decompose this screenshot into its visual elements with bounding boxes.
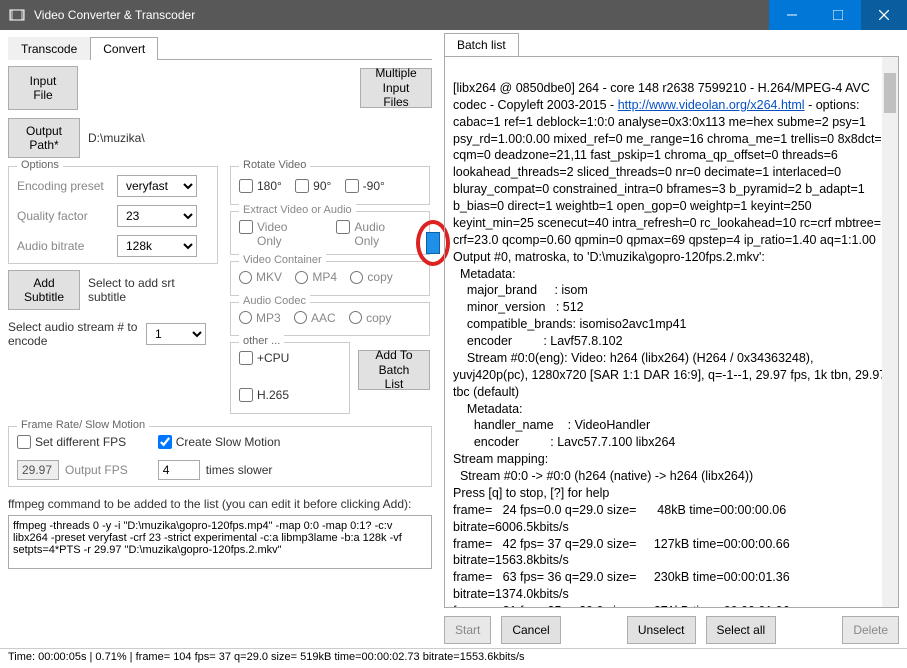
video-only-checkbox[interactable]: Video Only — [239, 220, 287, 248]
rotate-legend: Rotate Video — [239, 159, 310, 171]
output-fps-label: Output FPS — [65, 463, 128, 477]
audio-stream-select[interactable]: 1 — [146, 323, 206, 345]
cancel-button[interactable]: Cancel — [501, 616, 560, 644]
set-different-fps-checkbox[interactable]: Set different FPS — [17, 435, 126, 449]
acopy-radio[interactable]: copy — [349, 311, 391, 325]
log-scrollbar[interactable] — [882, 57, 898, 607]
options-legend: Options — [17, 159, 63, 171]
output-path-value: D:\muzika\ — [88, 131, 145, 145]
log-output[interactable]: [libx264 @ 0850dbe0] 264 - core 148 r263… — [444, 56, 899, 608]
quality-factor-select[interactable]: 23 — [117, 205, 197, 227]
fps-group: Frame Rate/ Slow Motion Set different FP… — [8, 426, 432, 487]
audio-bitrate-select[interactable]: 128k — [117, 235, 197, 257]
unselect-button[interactable]: Unselect — [627, 616, 696, 644]
minimize-button[interactable] — [769, 0, 815, 30]
start-button: Start — [444, 616, 491, 644]
tab-convert[interactable]: Convert — [90, 37, 158, 60]
mp4-radio[interactable]: MP4 — [295, 270, 337, 284]
audio-only-checkbox[interactable]: Audio Only — [336, 220, 385, 248]
rotate-180-checkbox[interactable]: 180° — [239, 179, 282, 193]
vcopy-radio[interactable]: copy — [350, 270, 392, 284]
mkv-radio[interactable]: MKV — [239, 270, 282, 284]
title-bar: Video Converter & Transcoder — [0, 0, 907, 30]
h265-checkbox[interactable]: H.265 — [239, 388, 289, 402]
aac-radio[interactable]: AAC — [294, 311, 336, 325]
main-tabs: Transcode Convert — [8, 36, 432, 60]
fps-legend: Frame Rate/ Slow Motion — [17, 419, 149, 431]
batch-tabs: Batch list — [444, 32, 899, 57]
encoding-preset-select[interactable]: veryfast — [117, 175, 197, 197]
video-container-legend: Video Container — [239, 254, 326, 266]
times-slower-label: times slower — [206, 463, 273, 477]
other-group: other ... +CPU H.265 — [230, 342, 350, 414]
add-subtitle-button[interactable]: Add Subtitle — [8, 270, 80, 310]
output-path-button[interactable]: Output Path* — [8, 118, 80, 158]
ffmpeg-cmd-textarea[interactable]: ffmpeg -threads 0 -y -i "D:\muzika\gopro… — [8, 515, 432, 569]
extract-group: Extract Video or Audio Video Only Audio … — [230, 211, 430, 255]
extract-legend: Extract Video or Audio — [239, 204, 356, 216]
audio-codec-legend: Audio Codec — [239, 295, 310, 307]
multiple-input-files-button[interactable]: Multiple Input Files — [360, 68, 432, 108]
videolan-link[interactable]: http://www.videolan.org/x264.html — [618, 98, 805, 112]
maximize-button[interactable] — [815, 0, 861, 30]
audio-stream-label: Select audio stream # to encode — [8, 320, 138, 348]
rotate-90-checkbox[interactable]: 90° — [295, 179, 331, 193]
delete-button: Delete — [842, 616, 899, 644]
select-all-button[interactable]: Select all — [706, 616, 777, 644]
encoding-preset-label: Encoding preset — [17, 179, 117, 193]
audio-codec-group: Audio Codec MP3 AAC copy — [230, 302, 430, 337]
app-icon — [8, 6, 26, 24]
tab-batch-list[interactable]: Batch list — [444, 33, 519, 57]
mp3-radio[interactable]: MP3 — [239, 311, 281, 325]
input-file-button[interactable]: Input File — [8, 66, 78, 110]
quality-factor-label: Quality factor — [17, 209, 117, 223]
ffmpeg-cmd-label: ffmpeg command to be added to the list (… — [8, 497, 432, 511]
other-legend: other ... — [239, 335, 284, 347]
close-button[interactable] — [861, 0, 907, 30]
audio-bitrate-label: Audio bitrate — [17, 239, 117, 253]
add-to-batch-button[interactable]: Add To Batch List — [358, 350, 430, 390]
cpu-checkbox[interactable]: +CPU — [239, 351, 289, 365]
status-bar: Time: 00:00:05s | 0.71% | frame= 104 fps… — [0, 648, 907, 668]
subtitle-hint: Select to add srt subtitle — [88, 276, 198, 304]
scroll-thumb[interactable] — [426, 232, 440, 254]
window-title: Video Converter & Transcoder — [34, 8, 769, 22]
create-slow-motion-checkbox[interactable]: Create Slow Motion — [158, 435, 281, 449]
video-container-group: Video Container MKV MP4 copy — [230, 261, 430, 296]
output-fps-input — [17, 460, 59, 480]
options-group: Options Encoding preset veryfast Quality… — [8, 166, 218, 264]
times-slower-input[interactable] — [158, 460, 200, 480]
rotate-neg90-checkbox[interactable]: -90° — [345, 179, 385, 193]
tab-transcode[interactable]: Transcode — [8, 37, 90, 60]
rotate-group: Rotate Video 180° 90° -90° — [230, 166, 430, 205]
